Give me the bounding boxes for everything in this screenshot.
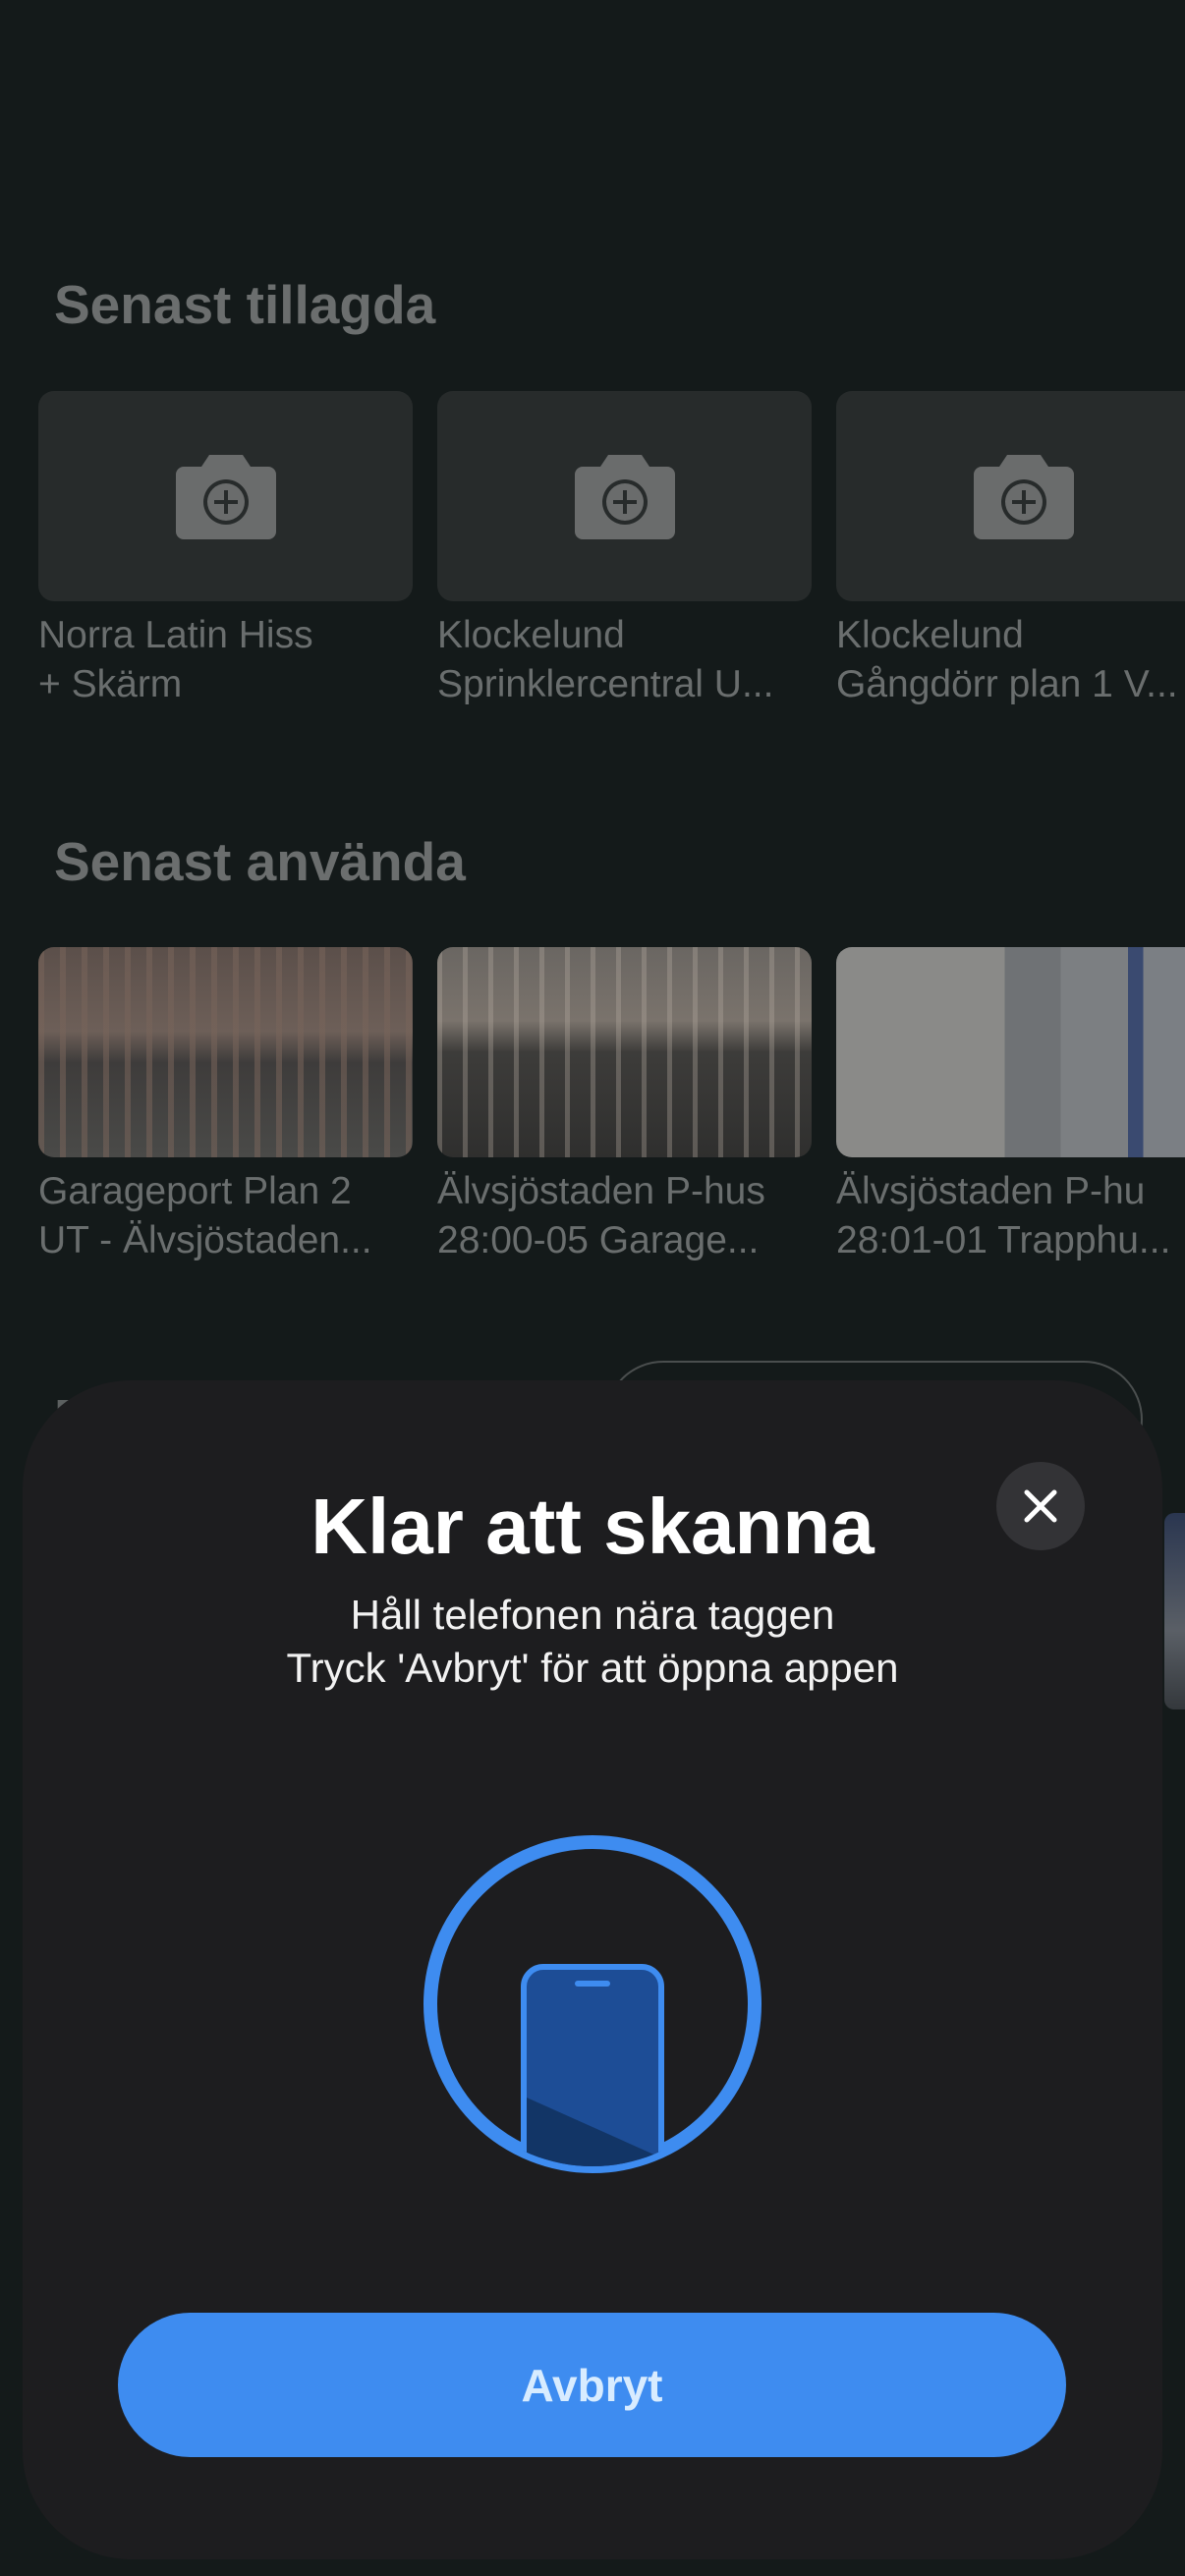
sheet-instruction: Håll telefonen nära taggen	[350, 1592, 835, 1638]
cancel-button[interactable]: Avbryt	[118, 2313, 1066, 2457]
card-title: Klockelund	[437, 614, 625, 656]
recently-added-card[interactable]: Klockelund Sprinklercentral U...	[437, 391, 812, 709]
nfc-phone-icon	[423, 1835, 762, 2173]
location-photo	[437, 947, 812, 1157]
card-title: Älvsjöstaden P-hus	[437, 1170, 765, 1212]
card-title: Norra Latin Hiss	[38, 614, 313, 656]
card-subtitle: Gångdörr plan 1 V...	[836, 663, 1178, 705]
sheet-title: Klar att skanna	[310, 1483, 875, 1570]
recently-added-card[interactable]: Norra Latin Hiss + Skärm	[38, 391, 413, 709]
thumbnail-placeholder	[836, 391, 1185, 601]
card-subtitle: Sprinklercentral U...	[437, 663, 774, 705]
recently-used-card[interactable]: Älvsjöstaden P-hus 28:00-05 Garage...	[437, 947, 812, 1265]
location-photo	[38, 947, 413, 1157]
card-title: Älvsjöstaden P-hu	[836, 1170, 1146, 1212]
recently-used-card[interactable]: Garageport Plan 2 UT - Älvsjöstaden...	[38, 947, 413, 1265]
card-subtitle: 28:01-01 Trapphu...	[836, 1219, 1171, 1261]
recently-used-title: Senast använda	[54, 831, 466, 892]
card-title: Klockelund	[836, 614, 1024, 656]
camera-add-icon	[973, 455, 1074, 539]
recently-used-row: Garageport Plan 2 UT - Älvsjöstaden... Ä…	[0, 947, 1185, 1261]
thumbnail-placeholder	[437, 391, 812, 601]
card-subtitle: UT - Älvsjöstaden...	[38, 1219, 372, 1261]
card-subtitle: 28:00-05 Garage...	[437, 1219, 760, 1261]
camera-add-icon	[175, 455, 276, 539]
recently-added-row: Norra Latin Hiss + Skärm Klockelund Spri…	[0, 391, 1185, 705]
card-subtitle: + Skärm	[38, 663, 183, 705]
card-title: Garageport Plan 2	[38, 1170, 352, 1212]
recently-added-title: Senast tillagda	[54, 274, 436, 335]
camera-add-icon	[574, 455, 675, 539]
recently-added-card[interactable]: Klockelund Gångdörr plan 1 V...	[836, 391, 1185, 709]
sheet-hint: Tryck 'Avbryt' för att öppna appen	[286, 1645, 899, 1691]
thumbnail-placeholder	[38, 391, 413, 601]
recently-used-card[interactable]: Älvsjöstaden P-hu 28:01-01 Trapphu...	[836, 947, 1185, 1265]
location-photo	[836, 947, 1185, 1157]
